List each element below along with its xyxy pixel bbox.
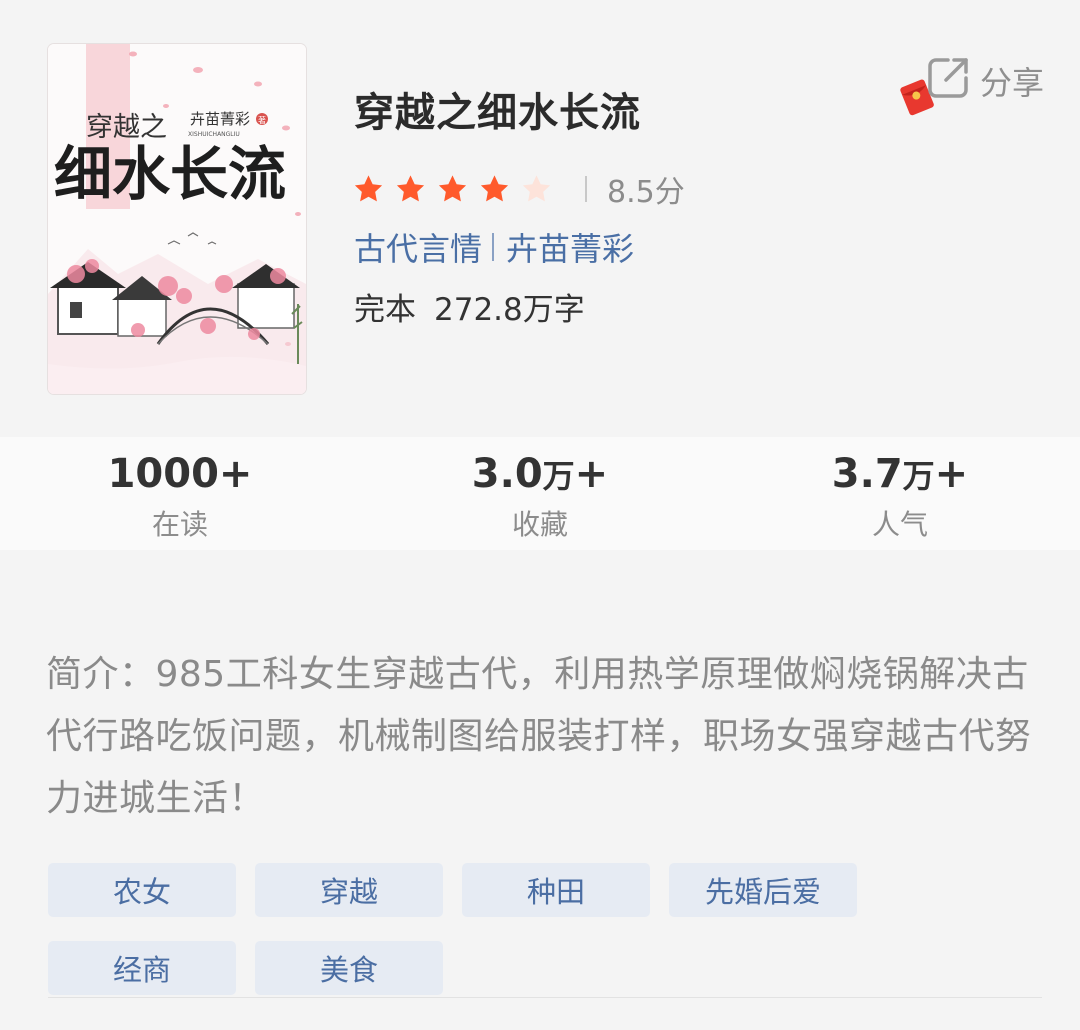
tag-chip[interactable]: 种田 [462, 863, 650, 917]
tag-list: 农女 穿越 种田 先婚后爱经商 美食 [48, 863, 888, 995]
tag-chip[interactable]: 农女 [48, 863, 236, 917]
divider [48, 997, 1042, 998]
cover-prefix-text: 穿越之 [86, 112, 167, 143]
star-filled-icon [478, 173, 511, 205]
tag-chip[interactable]: 穿越 [255, 863, 443, 917]
tag-chip[interactable]: 经商 [48, 941, 236, 995]
star-empty-icon [520, 173, 553, 205]
share-area[interactable]: 分享 [900, 52, 1060, 122]
meta-row: 古代言情 卉苗菁彩 [354, 224, 634, 270]
stat-favorites: 3.0万+ 收藏 [360, 437, 720, 550]
share-label[interactable]: 分享 [980, 58, 1044, 104]
stat-label: 在读 [151, 508, 208, 541]
stat-popularity: 3.7万+ 人气 [720, 437, 1080, 550]
stat-value: 3.7万+ [831, 451, 969, 497]
tag-chip[interactable]: 先婚后爱 [669, 863, 857, 917]
stat-value: 3.0万+ [471, 451, 609, 497]
book-title: 穿越之细水长流 [354, 90, 641, 136]
info-row: 完本 272.8万字 [354, 284, 585, 329]
status-text: 完本 [354, 292, 416, 328]
star-filled-icon [436, 173, 469, 205]
cover-pinyin-text: XISHUICHANGLIU [188, 131, 240, 138]
meta-divider [492, 233, 495, 261]
stat-label: 人气 [871, 508, 928, 541]
tag-chip[interactable]: 美食 [255, 941, 443, 995]
synopsis-text[interactable]: 简介：985工科女生穿越古代，利用热学原理做焖烧锅解决古代行路吃饭问题，机械制图… [46, 644, 1041, 830]
cover-author-text: 卉苗菁彩 [190, 110, 250, 128]
share-icon[interactable] [924, 54, 972, 106]
rating-row: 8.5分 [352, 168, 685, 210]
cover-seal-text: 著 [258, 115, 266, 125]
book-cover[interactable]: 穿越之 卉苗菁彩 著 XISHUICHANGLIU 细水长流 [48, 44, 306, 394]
star-filled-icon [352, 173, 385, 205]
stats-bar: 1000+ 在读 3.0万+ 收藏 3.7万+ 人气 [0, 437, 1080, 550]
stat-reading: 1000+ 在读 [0, 437, 360, 550]
star-filled-icon [394, 173, 427, 205]
word-count-text: 272.8万字 [434, 292, 585, 328]
stat-label: 收藏 [511, 508, 568, 541]
rating-divider [585, 176, 587, 202]
category-link[interactable]: 古代言情 [354, 224, 482, 270]
rating-score: 8.5分 [607, 175, 685, 210]
rating-stars [352, 173, 553, 205]
stat-value: 1000+ [107, 451, 253, 497]
cover-main-title-text: 细水长流 [54, 140, 286, 208]
author-link[interactable]: 卉苗菁彩 [506, 224, 634, 270]
